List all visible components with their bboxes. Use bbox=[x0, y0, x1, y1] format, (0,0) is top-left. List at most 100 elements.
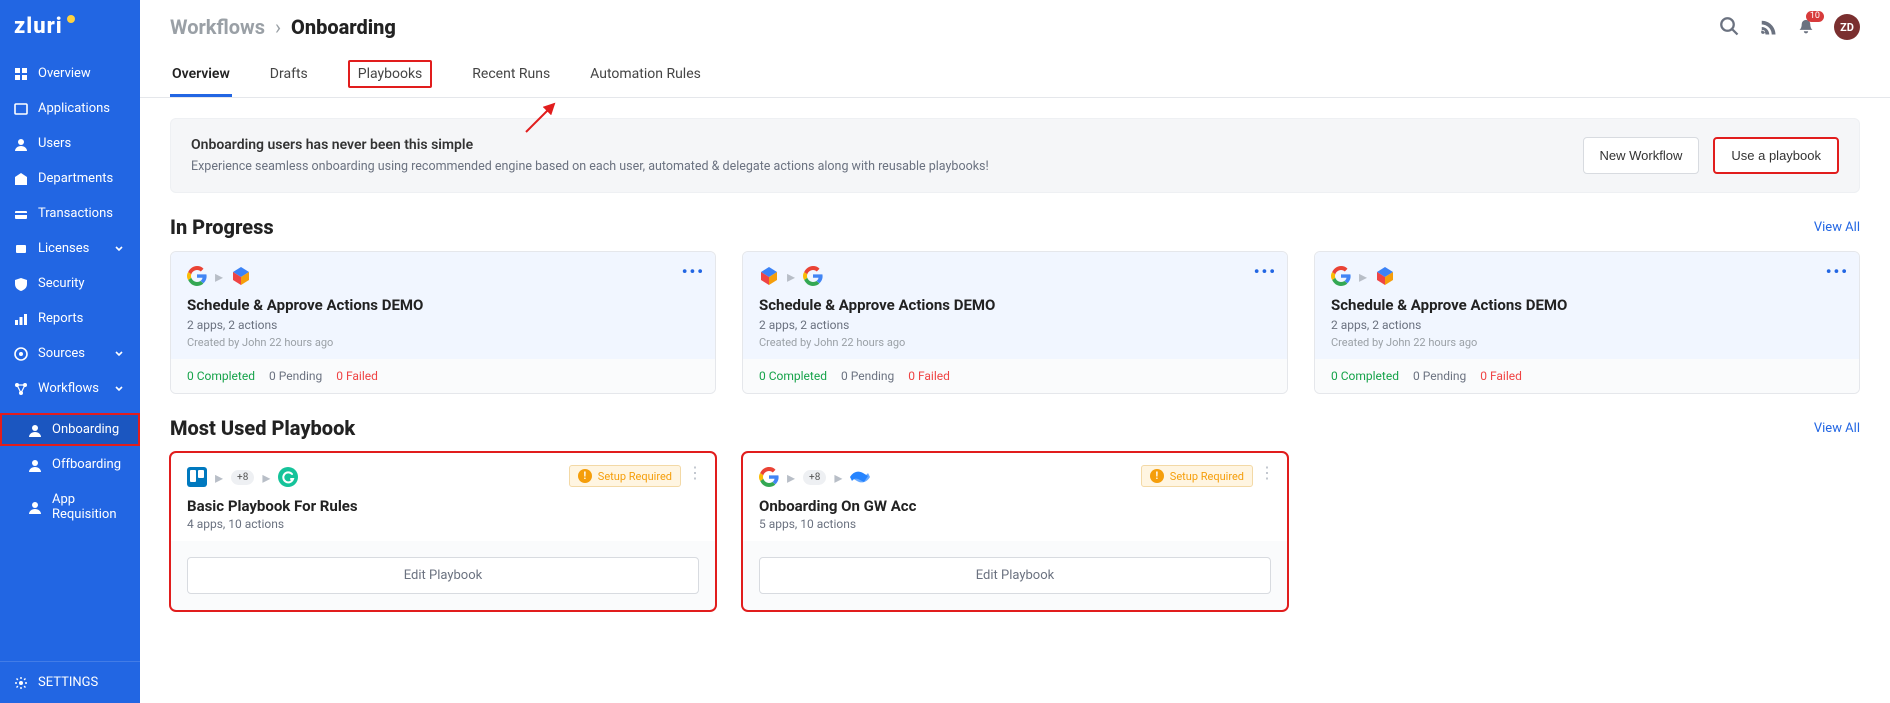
status-failed: 0 Failed bbox=[336, 369, 378, 383]
top-actions: 10 ZD bbox=[1720, 14, 1860, 40]
tab-recent-runs[interactable]: Recent Runs bbox=[470, 54, 552, 97]
brand-logo: zluri bbox=[0, 8, 140, 53]
card-more-button[interactable]: ••• bbox=[1254, 262, 1277, 281]
sidebar-item-label: Workflows bbox=[38, 381, 99, 396]
playbook-cards: !Setup Required ⋮ ▸ +8 ▸ Basic Playbook … bbox=[170, 452, 1860, 611]
status-pending: 0 Pending bbox=[269, 369, 322, 383]
notifications-button[interactable]: 10 bbox=[1796, 17, 1816, 37]
nav-main: Overview Applications Users Departments … bbox=[0, 53, 140, 409]
tx-icon bbox=[14, 207, 28, 221]
workflow-card[interactable]: ••• ▸ Schedule & Approve Actions DEMO 2 … bbox=[742, 251, 1288, 394]
sidebar-item-licenses[interactable]: Licenses bbox=[0, 232, 140, 265]
card-more-button[interactable]: ••• bbox=[682, 262, 705, 281]
avatar[interactable]: ZD bbox=[1834, 14, 1860, 40]
sidebar-item-label: Departments bbox=[38, 171, 113, 186]
confluence-icon bbox=[850, 467, 870, 487]
sidebar-item-settings[interactable]: SETTINGS bbox=[0, 666, 140, 699]
alert-icon: ! bbox=[1150, 469, 1164, 483]
arrow-icon: ▸ bbox=[787, 468, 795, 487]
card-more-button[interactable]: ⋮ bbox=[1259, 465, 1275, 481]
brand-text: zluri bbox=[14, 14, 63, 39]
sidebar-item-label: Sources bbox=[38, 346, 85, 361]
sidebar-settings-label: SETTINGS bbox=[38, 675, 98, 690]
card-more-button[interactable]: ⋮ bbox=[687, 465, 703, 481]
card-title: Schedule & Approve Actions DEMO bbox=[187, 296, 699, 314]
edit-playbook-button[interactable]: Edit Playbook bbox=[759, 557, 1271, 594]
more-apps-chip: +8 bbox=[803, 470, 826, 485]
new-workflow-button[interactable]: New Workflow bbox=[1583, 137, 1700, 174]
playbook-card[interactable]: !Setup Required ⋮ ▸ +8 ▸ Onboarding On G… bbox=[742, 452, 1288, 611]
brand-dot-icon bbox=[67, 15, 75, 23]
search-button[interactable] bbox=[1720, 17, 1740, 37]
arrow-icon: ▸ bbox=[262, 468, 270, 487]
sidebar-item-label: Reports bbox=[38, 311, 83, 326]
card-title: Basic Playbook For Rules bbox=[187, 497, 699, 515]
card-title: Schedule & Approve Actions DEMO bbox=[759, 296, 1271, 314]
sidebar-item-security[interactable]: Security bbox=[0, 267, 140, 300]
notification-count: 10 bbox=[1806, 11, 1824, 22]
tab-overview[interactable]: Overview bbox=[170, 54, 232, 97]
card-meta: Created by John 22 hours ago bbox=[759, 336, 1271, 349]
arrow-icon: ▸ bbox=[1359, 267, 1367, 286]
use-playbook-button[interactable]: Use a playbook bbox=[1713, 137, 1839, 174]
nav-workflows-sub: OnboardingOffboarding App Requisition bbox=[0, 409, 140, 535]
tabs: Overview Drafts Playbooks Recent Runs Automa… bbox=[140, 54, 1890, 98]
sidebar-item-label: Overview bbox=[38, 66, 91, 81]
card-more-button[interactable]: ••• bbox=[1826, 262, 1849, 281]
in-progress-title: In Progress bbox=[170, 215, 274, 239]
sidebar-item-label: Security bbox=[38, 276, 85, 291]
rss-icon bbox=[1758, 17, 1778, 37]
sidebar-item-offboarding[interactable]: Offboarding bbox=[0, 448, 140, 481]
sidebar-item-transactions[interactable]: Transactions bbox=[0, 197, 140, 230]
chevron-down-icon bbox=[112, 242, 126, 256]
tab-automation-rules[interactable]: Automation Rules bbox=[588, 54, 703, 97]
cube-icon bbox=[759, 266, 779, 286]
google-icon bbox=[759, 467, 779, 487]
alert-icon: ! bbox=[578, 469, 592, 483]
status-pending: 0 Pending bbox=[1413, 369, 1466, 383]
tab-playbooks[interactable]: Playbooks bbox=[346, 54, 435, 97]
sidebar-item-overview[interactable]: Overview bbox=[0, 57, 140, 90]
sidebar-item-label: Applications bbox=[38, 101, 110, 116]
workflow-card[interactable]: ••• ▸ Schedule & Approve Actions DEMO 2 … bbox=[170, 251, 716, 394]
sidebar-item-departments[interactable]: Departments bbox=[0, 162, 140, 195]
status-completed: 0 Completed bbox=[759, 369, 827, 383]
grammarly-icon bbox=[278, 467, 298, 487]
banner-subtitle: Experience seamless onboarding using rec… bbox=[191, 159, 989, 174]
arrow-icon: ▸ bbox=[834, 468, 842, 487]
search-icon bbox=[1720, 17, 1740, 37]
chevron-down-icon bbox=[112, 382, 126, 396]
in-progress-cards: ••• ▸ Schedule & Approve Actions DEMO 2 … bbox=[170, 251, 1860, 394]
edit-playbook-button[interactable]: Edit Playbook bbox=[187, 557, 699, 594]
wf-icon bbox=[14, 382, 28, 396]
breadcrumb-root[interactable]: Workflows bbox=[170, 15, 265, 39]
sidebar-item-label: App Requisition bbox=[52, 492, 126, 522]
sidebar-item-workflows[interactable]: Workflows bbox=[0, 372, 140, 405]
cube-icon bbox=[1375, 266, 1395, 286]
in-progress-viewall[interactable]: View All bbox=[1814, 220, 1860, 235]
chevron-down-icon bbox=[112, 347, 126, 361]
setup-required-badge: !Setup Required bbox=[569, 465, 681, 487]
chart-icon bbox=[14, 312, 28, 326]
breadcrumb-leaf: Onboarding bbox=[291, 15, 396, 39]
feed-button[interactable] bbox=[1758, 17, 1778, 37]
card-subtitle: 2 apps, 2 actions bbox=[759, 318, 1271, 332]
sidebar-item-label: Transactions bbox=[38, 206, 113, 221]
sidebar-item-onboarding[interactable]: Onboarding bbox=[0, 413, 140, 446]
sidebar: zluri Overview Applications Users Depart… bbox=[0, 0, 140, 703]
workflow-card[interactable]: ••• ▸ Schedule & Approve Actions DEMO 2 … bbox=[1314, 251, 1860, 394]
tab-drafts[interactable]: Drafts bbox=[268, 54, 310, 97]
playbook-card[interactable]: !Setup Required ⋮ ▸ +8 ▸ Basic Playbook … bbox=[170, 452, 716, 611]
card-subtitle: 2 apps, 2 actions bbox=[187, 318, 699, 332]
user-icon bbox=[28, 500, 42, 514]
status-failed: 0 Failed bbox=[1480, 369, 1522, 383]
banner-text: Onboarding users has never been this sim… bbox=[191, 137, 989, 174]
playbooks-viewall[interactable]: View All bbox=[1814, 421, 1860, 436]
sidebar-item-sources[interactable]: Sources bbox=[0, 337, 140, 370]
sidebar-item-users[interactable]: Users bbox=[0, 127, 140, 160]
sidebar-item-reports[interactable]: Reports bbox=[0, 302, 140, 335]
playbooks-title: Most Used Playbook bbox=[170, 416, 355, 440]
sidebar-item-app-requisition[interactable]: App Requisition bbox=[0, 483, 140, 531]
sidebar-item-applications[interactable]: Applications bbox=[0, 92, 140, 125]
google-icon bbox=[1331, 266, 1351, 286]
